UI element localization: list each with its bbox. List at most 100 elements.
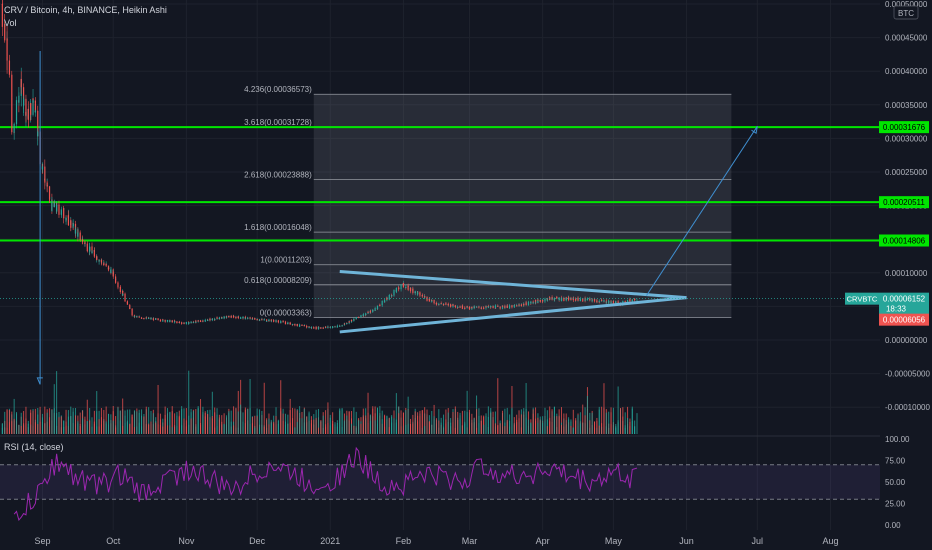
volume-bar: [148, 424, 150, 434]
candle-body: [629, 299, 631, 302]
rsi-tick-label: 100.00: [885, 435, 910, 444]
volume-bar: [282, 413, 284, 434]
candle-body: [209, 318, 211, 321]
candle-body: [242, 316, 244, 319]
candle-body: [419, 292, 421, 296]
candle-body: [6, 56, 8, 61]
price-tick-label: 0.00025000: [885, 168, 928, 177]
candle-body: [523, 303, 525, 305]
volume-bar: [77, 423, 79, 434]
volume-bar: [402, 412, 404, 434]
candle-body: [440, 303, 442, 305]
candle-body: [273, 320, 275, 322]
candle-body: [56, 204, 58, 212]
volume-bar: [13, 418, 15, 434]
candle-body: [91, 251, 93, 253]
volume-bar: [327, 422, 329, 434]
candle-body: [124, 299, 126, 302]
volume-bar: [624, 412, 626, 434]
candle-body: [615, 301, 617, 304]
volume-bar: [405, 410, 407, 434]
volume-bar: [459, 412, 461, 434]
volume-bar: [53, 408, 55, 434]
candle-body: [327, 327, 329, 328]
volume-bar: [287, 414, 289, 434]
candle-body: [556, 297, 558, 299]
trading-chart[interactable]: 4.236(0.00036573) 3.618(0.00031728) 2.618(…: [0, 0, 932, 550]
candle-body: [150, 318, 152, 320]
candle-body: [457, 306, 459, 308]
volume-bar: [228, 412, 230, 434]
candle-body: [48, 198, 51, 200]
level-price-label: 0.00014806: [883, 237, 926, 246]
volume-bar: [159, 425, 161, 434]
volume-bar: [60, 416, 62, 434]
candle-body: [570, 299, 572, 301]
volume-bar: [244, 409, 246, 434]
candle-body: [183, 322, 185, 324]
volume-bar: [303, 408, 305, 434]
candle-body: [230, 316, 232, 318]
volume-bar: [270, 419, 272, 434]
candle-body: [485, 306, 487, 308]
candle-body: [601, 299, 603, 301]
candle-body: [508, 305, 511, 307]
volume-bar: [251, 423, 253, 434]
volume-bar: [499, 423, 501, 434]
volume-bar: [443, 426, 445, 434]
candle-body: [334, 326, 336, 328]
volume-bar: [6, 427, 8, 434]
volume-bar: [93, 410, 95, 434]
candle-body: [530, 301, 532, 303]
volume-bar: [636, 413, 638, 434]
volume-bar: [37, 424, 39, 434]
candle-body: [534, 300, 537, 302]
time-tick-label: Nov: [178, 536, 195, 546]
volume-bar: [70, 406, 72, 434]
candle-body: [251, 318, 254, 320]
candle-body: [63, 216, 65, 219]
volume-bar: [317, 427, 319, 434]
volume-bar: [51, 409, 53, 434]
volume-bar: [313, 419, 315, 434]
time-tick-label: Jul: [752, 536, 764, 546]
candle-body: [513, 305, 515, 307]
volume-bar: [131, 417, 133, 434]
candle-body: [204, 319, 206, 321]
volume-bar: [412, 414, 414, 434]
candle-body: [355, 316, 357, 319]
volume-bar: [329, 414, 331, 434]
volume-bar: [435, 418, 437, 434]
candle-body: [475, 306, 478, 308]
volume-bar: [454, 427, 456, 434]
volume-bar: [207, 414, 209, 434]
candle-body: [348, 321, 350, 323]
rsi-tick-label: 75.00: [885, 457, 906, 466]
candle-body: [115, 278, 117, 283]
candle-body: [162, 319, 164, 321]
candle-body: [37, 131, 39, 137]
volume-bar: [535, 418, 537, 434]
rsi-tick-label: 50.00: [885, 478, 906, 487]
volume-bar: [119, 420, 121, 434]
candle-body: [516, 305, 518, 307]
volume-bar: [594, 422, 596, 434]
volume-bar: [105, 423, 107, 434]
candle-body: [391, 295, 393, 297]
candle-body: [157, 318, 159, 320]
volume-bar: [461, 425, 463, 434]
volume-bar: [84, 416, 86, 434]
volume-bar: [284, 424, 286, 434]
volume-bar: [4, 411, 6, 434]
candle-body: [18, 95, 20, 98]
volume-bar: [568, 419, 570, 434]
candle-body: [148, 318, 150, 320]
volume-bar: [32, 410, 34, 434]
volume-bar: [82, 418, 84, 434]
volume-bar: [34, 408, 36, 434]
volume-bar: [115, 427, 117, 434]
candle-body: [527, 302, 530, 304]
volume-bar: [532, 409, 534, 434]
candle-body: [171, 320, 173, 323]
volume-bar: [268, 424, 270, 434]
